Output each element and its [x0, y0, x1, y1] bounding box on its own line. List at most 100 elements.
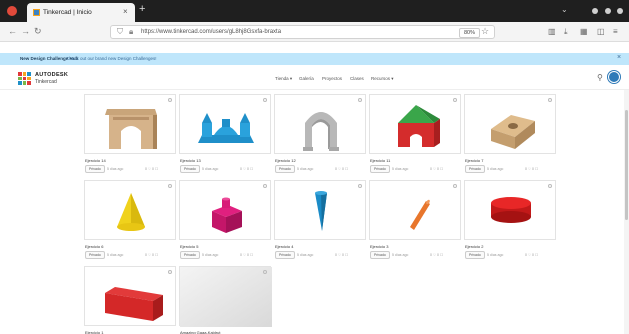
design-card[interactable]: Ejercicio 4 Privado 5 días ago 0 ♡ 0 ☐: [274, 180, 366, 262]
back-arrow-icon[interactable]: ←: [8, 26, 17, 36]
privacy-badge[interactable]: Privado: [180, 251, 200, 259]
page-scrollbar[interactable]: [624, 90, 629, 334]
card-options-icon[interactable]: [263, 270, 267, 274]
banner-close-icon[interactable]: ×: [617, 54, 621, 61]
design-thumbnail[interactable]: [84, 94, 176, 154]
design-name[interactable]: Ejercicio 7: [465, 158, 483, 163]
design-card[interactable]: Ejercicio 1Privado5 días ago: [84, 266, 176, 334]
privacy-badge[interactable]: Privado: [85, 165, 105, 173]
design-thumbnail[interactable]: [274, 94, 366, 154]
window-maximize-button[interactable]: [605, 8, 611, 14]
privacy-badge[interactable]: Privado: [180, 165, 200, 173]
card-options-icon[interactable]: [168, 184, 172, 188]
design-thumbnail[interactable]: [369, 94, 461, 154]
design-name[interactable]: Ejercicio 14: [85, 158, 106, 163]
card-options-icon[interactable]: [263, 98, 267, 102]
design-thumbnail[interactable]: [179, 180, 271, 240]
forward-arrow-icon[interactable]: →: [21, 26, 30, 36]
design-card[interactable]: Ejercicio 5 Privado 5 días ago 0 ♡ 0 ☐: [179, 180, 271, 262]
design-card[interactable]: Ejercicio 7 Privado 5 días ago 0 ♡ 0 ☐: [464, 94, 556, 176]
privacy-badge[interactable]: Privado: [85, 251, 105, 259]
design-name[interactable]: Ejercicio 4: [275, 244, 293, 249]
design-card[interactable]: Ejercicio 2 Privado 5 días ago 0 ♡ 0 ☐: [464, 180, 556, 262]
card-options-icon[interactable]: [263, 184, 267, 188]
card-stats: 0 ♡ 0 ☐: [240, 253, 254, 257]
design-thumbnail[interactable]: [84, 180, 176, 240]
design-name[interactable]: Ejercicio 5: [180, 244, 198, 249]
card-timestamp: 5 días ago: [392, 253, 409, 257]
tab-close-icon[interactable]: ×: [123, 7, 128, 16]
banner-link[interactable]: Check out our brand new Design Challenge…: [66, 56, 157, 61]
card-meta: Privado 5 días ago 0 ♡ 0 ☐: [465, 165, 555, 173]
window-close-button[interactable]: [617, 8, 623, 14]
design-thumbnail[interactable]: [464, 94, 556, 154]
library-icon[interactable]: ▥: [548, 27, 556, 36]
bookmark-star-icon[interactable]: ☆: [481, 26, 489, 37]
design-thumbnail[interactable]: [84, 266, 176, 326]
menu-item-shop[interactable]: Tienda ▾: [275, 76, 292, 82]
card-options-icon[interactable]: [453, 184, 457, 188]
window-minimize-button[interactable]: [592, 8, 598, 14]
card-options-icon[interactable]: [168, 270, 172, 274]
menu-item-classes[interactable]: Clases: [350, 76, 364, 81]
card-options-icon[interactable]: [168, 98, 172, 102]
menu-item-resources[interactable]: Recursos ▾: [371, 76, 394, 82]
design-name[interactable]: Ejercicio 11: [370, 158, 390, 163]
privacy-badge[interactable]: Privado: [370, 251, 390, 259]
card-stats: 0 ♡ 0 ☐: [525, 167, 539, 171]
design-card[interactable]: Ejercicio 13 Privado 5 días ago 0 ♡ 0 ☐: [179, 94, 271, 176]
privacy-badge[interactable]: Privado: [465, 251, 485, 259]
search-icon[interactable]: ⚲: [597, 73, 603, 82]
design-name[interactable]: Ejercicio 6: [85, 244, 103, 249]
design-card[interactable]: Ejercicio 14 Privado 5 días ago 0 ♡ 0 ☐: [84, 94, 176, 176]
designs-grid: Ejercicio 14 Privado 5 días ago 0 ♡ 0 ☐ Ejer…: [0, 90, 629, 334]
card-meta: Privado 5 días ago 0 ♡ 0 ☐: [370, 165, 460, 173]
design-name[interactable]: Ejercicio 1: [85, 330, 103, 334]
design-thumbnail[interactable]: [179, 94, 271, 154]
card-timestamp: 5 días ago: [392, 167, 409, 171]
card-options-icon[interactable]: [358, 184, 362, 188]
menu-item-projects[interactable]: Proyectos: [322, 76, 342, 81]
design-card[interactable]: Ejercicio 6 Privado 5 días ago 0 ♡ 0 ☐: [84, 180, 176, 262]
design-name[interactable]: Ejercicio 13: [180, 158, 201, 163]
browser-logo-icon[interactable]: [7, 6, 17, 16]
design-thumbnail[interactable]: [369, 180, 461, 240]
card-timestamp: 5 días ago: [487, 167, 504, 171]
card-options-icon[interactable]: [548, 184, 552, 188]
design-name[interactable]: Ejercicio 2: [465, 244, 483, 249]
lock-icon[interactable]: 🔒︎: [129, 27, 133, 37]
menu-item-gallery[interactable]: Galería: [299, 76, 314, 81]
design-thumbnail[interactable]: [464, 180, 556, 240]
shield-icon[interactable]: ⛉: [117, 27, 123, 37]
scrollbar-thumb[interactable]: [625, 110, 628, 220]
design-name[interactable]: Ejercicio 12: [275, 158, 296, 163]
avatar[interactable]: [608, 71, 620, 83]
design-card[interactable]: Amazing Gaaa-Kaldrut: [179, 266, 272, 334]
extensions-icon[interactable]: ▦: [580, 27, 588, 36]
browser-tab[interactable]: Tinkercad | Inicio ×: [27, 3, 135, 22]
design-card[interactable]: Ejercicio 3 Privado 5 días ago 0 ♡ 0 ☐: [369, 180, 461, 262]
download-icon[interactable]: ⤓: [564, 27, 568, 37]
card-options-icon[interactable]: [453, 98, 457, 102]
account-icon[interactable]: ◫: [597, 27, 605, 36]
design-name[interactable]: Amazing Gaaa-Kaldrut: [180, 330, 220, 334]
design-thumbnail[interactable]: [179, 266, 272, 327]
new-tab-button[interactable]: +: [139, 3, 145, 15]
privacy-badge[interactable]: Privado: [370, 165, 390, 173]
tinkercad-logo-icon[interactable]: [18, 72, 31, 85]
address-bar[interactable]: ⛉ 🔒︎ https://www.tinkercad.com/users/gL8…: [110, 25, 495, 39]
card-options-icon[interactable]: [548, 98, 552, 102]
design-name[interactable]: Ejercicio 3: [370, 244, 388, 249]
zoom-level-badge[interactable]: 80%: [459, 28, 481, 38]
privacy-badge[interactable]: Privado: [465, 165, 485, 173]
card-options-icon[interactable]: [358, 98, 362, 102]
privacy-badge[interactable]: Privado: [275, 165, 295, 173]
privacy-badge[interactable]: Privado: [275, 251, 295, 259]
url-text[interactable]: https://www.tinkercad.com/users/gL8hj8Gs…: [141, 29, 281, 35]
menu-icon[interactable]: ≡: [613, 27, 618, 36]
design-card[interactable]: Ejercicio 12 Privado 5 días ago 0 ♡ 0 ☐: [274, 94, 366, 176]
reload-icon[interactable]: ↻: [34, 26, 42, 37]
design-thumbnail[interactable]: [274, 180, 366, 240]
design-card[interactable]: Ejercicio 11 Privado 5 días ago 0 ♡ 0 ☐: [369, 94, 461, 176]
tab-list-chevron-icon[interactable]: ⌄: [561, 5, 568, 14]
